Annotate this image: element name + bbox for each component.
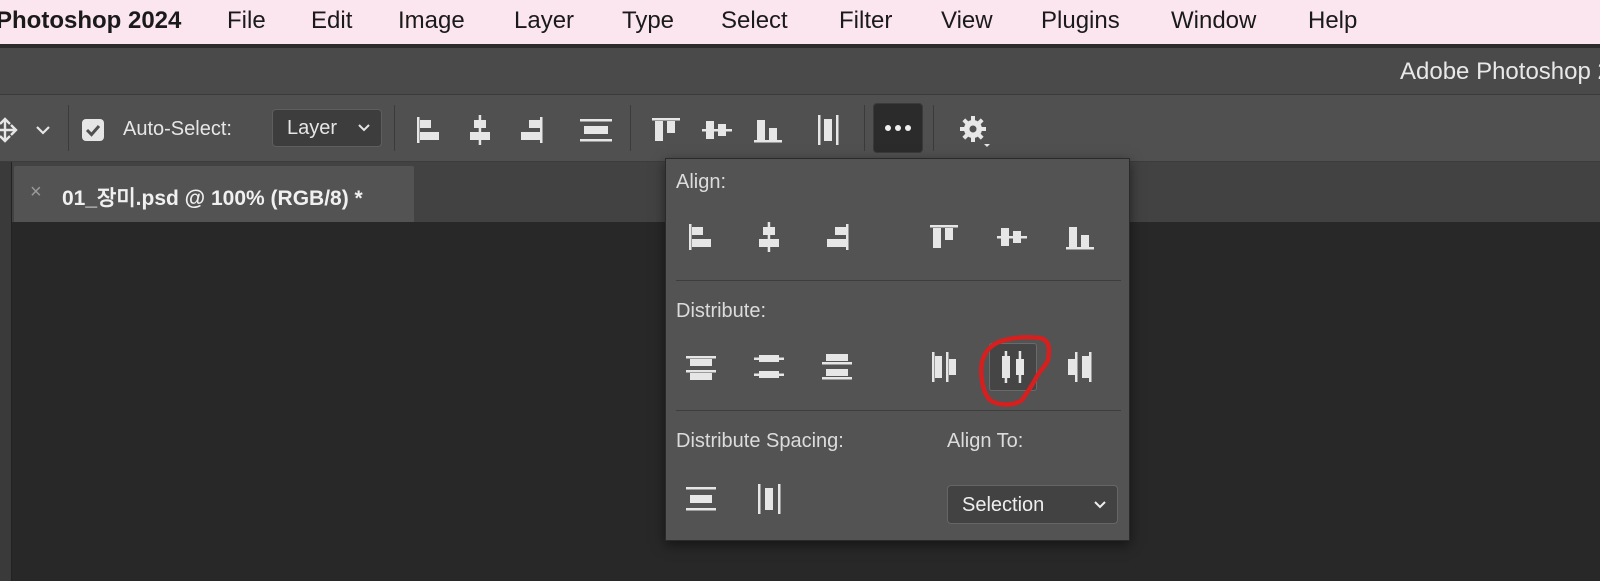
app-menu[interactable]: Photoshop 2024 xyxy=(0,7,181,35)
distribute-horizontal-spacing-icon[interactable] xyxy=(747,477,791,521)
distribute-vertical-centers-icon[interactable] xyxy=(747,345,791,389)
chevron-down-icon xyxy=(358,124,370,132)
distribute-spacing-label: Distribute Spacing: xyxy=(676,430,844,452)
align-section-label: Align: xyxy=(676,171,727,193)
align-to-label: Align To: xyxy=(947,430,1024,452)
section-divider xyxy=(676,410,1121,411)
distribute-top-edges-icon[interactable] xyxy=(679,345,723,389)
options-separator xyxy=(68,105,69,151)
align-left-edges-icon[interactable] xyxy=(409,111,449,149)
menu-filter[interactable]: Filter xyxy=(839,7,892,35)
menu-image[interactable]: Image xyxy=(398,7,465,35)
distribute-horizontal-centers-button[interactable] xyxy=(989,343,1037,391)
settings-gear-icon[interactable] xyxy=(955,111,995,151)
distribute-vertical-spacing-icon[interactable] xyxy=(679,477,723,521)
distribute-vertically-icon[interactable] xyxy=(574,111,618,149)
align-vertical-centers-icon[interactable] xyxy=(697,111,737,149)
close-tab-icon[interactable]: × xyxy=(30,181,42,204)
distribute-bottom-edges-icon[interactable] xyxy=(815,345,859,389)
popup-align-horizontal-centers-icon[interactable] xyxy=(747,215,791,259)
chevron-down-icon xyxy=(1094,501,1106,509)
distribute-right-edges-icon[interactable] xyxy=(1058,345,1102,389)
document-tab-title: 01_장미.psd @ 100% (RGB/8) * xyxy=(62,187,363,210)
distribute-section-label: Distribute: xyxy=(676,300,767,322)
menu-file[interactable]: File xyxy=(227,7,266,35)
align-right-edges-icon[interactable] xyxy=(511,111,551,149)
popup-align-left-edges-icon[interactable] xyxy=(679,215,723,259)
align-to-dropdown[interactable]: Selection xyxy=(947,485,1118,524)
popup-align-right-edges-icon[interactable] xyxy=(815,215,859,259)
align-to-value: Selection xyxy=(962,494,1045,516)
section-divider xyxy=(676,280,1121,281)
popup-align-vertical-centers-icon[interactable] xyxy=(990,215,1034,259)
menu-plugins[interactable]: Plugins xyxy=(1041,7,1120,35)
more-options-button[interactable] xyxy=(873,103,923,153)
align-top-edges-icon[interactable] xyxy=(646,111,686,149)
auto-select-target-value: Layer xyxy=(287,117,338,139)
options-separator xyxy=(864,105,865,151)
options-separator xyxy=(394,105,395,151)
window-title-bar: Adobe Photoshop 2024 xyxy=(0,48,1600,95)
tool-preset-chevron-icon[interactable] xyxy=(28,111,58,149)
options-bar: Auto-Select: Layer xyxy=(0,95,1600,162)
document-tab[interactable]: × 01_장미.psd @ 100% (RGB/8) * xyxy=(14,166,414,222)
auto-select-label: Auto-Select: xyxy=(123,118,232,140)
menu-window[interactable]: Window xyxy=(1171,7,1256,35)
window-title: Adobe Photoshop 2024 xyxy=(1400,58,1600,85)
align-bottom-edges-icon[interactable] xyxy=(748,111,788,149)
move-tool-icon[interactable] xyxy=(0,111,20,149)
menu-type[interactable]: Type xyxy=(622,7,674,35)
menu-view[interactable]: View xyxy=(941,7,993,35)
auto-select-checkbox[interactable] xyxy=(82,119,104,141)
distribute-horizontal-centers-icon xyxy=(1002,351,1024,383)
distribute-left-edges-icon[interactable] xyxy=(922,345,966,389)
options-separator xyxy=(933,105,934,151)
ellipsis-icon xyxy=(885,125,911,131)
popup-align-top-edges-icon[interactable] xyxy=(922,215,966,259)
popup-align-bottom-edges-icon[interactable] xyxy=(1058,215,1102,259)
auto-select-target-dropdown[interactable]: Layer xyxy=(272,109,382,147)
align-horizontal-centers-icon[interactable] xyxy=(460,111,500,149)
distribute-horizontally-icon[interactable] xyxy=(808,111,848,149)
menu-edit[interactable]: Edit xyxy=(311,7,352,35)
menu-select[interactable]: Select xyxy=(721,7,788,35)
macos-menu-bar: Photoshop 2024 File Edit Image Layer Typ… xyxy=(0,0,1600,44)
menu-help[interactable]: Help xyxy=(1308,7,1357,35)
menu-layer[interactable]: Layer xyxy=(514,7,574,35)
options-separator xyxy=(630,105,631,151)
left-panel-edge xyxy=(0,162,12,581)
align-distribute-popup: Align: Distribute: Distribute Spacing: A… xyxy=(665,158,1130,541)
